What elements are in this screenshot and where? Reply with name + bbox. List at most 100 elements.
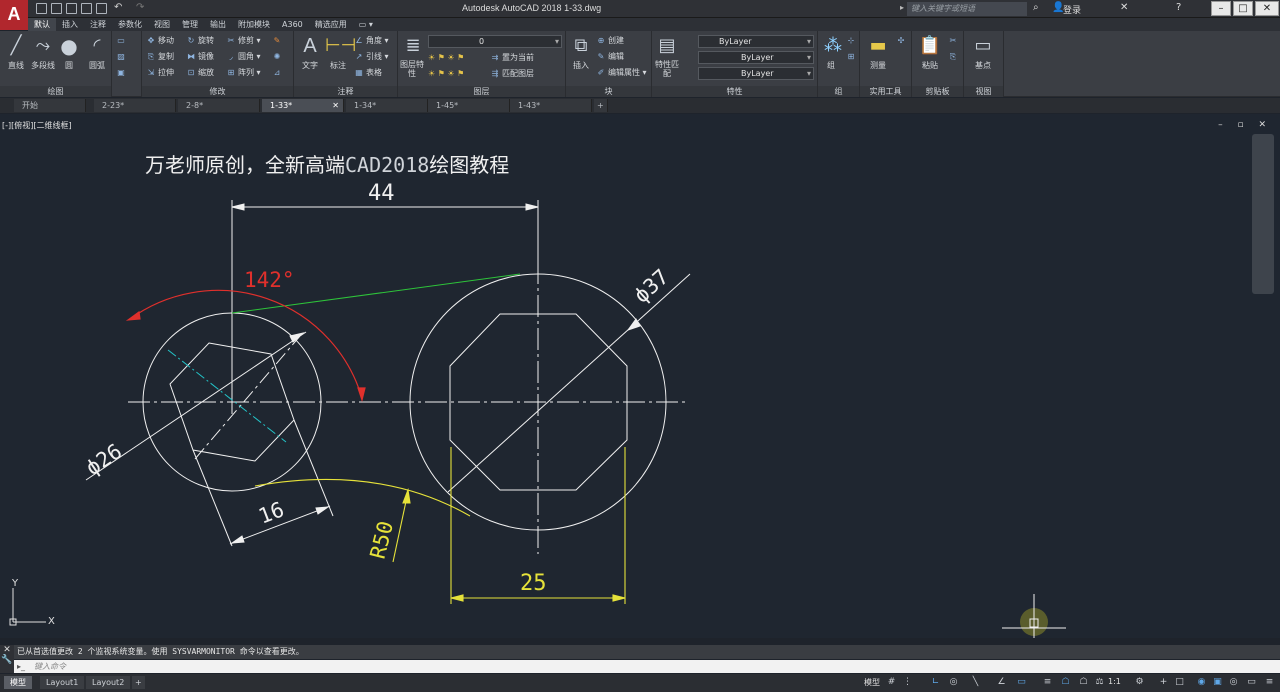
text-tool[interactable]: A 文字 xyxy=(296,34,324,71)
edit-attributes-tool[interactable]: ✐ 编辑属性 ▾ xyxy=(596,66,647,80)
search-input[interactable]: 键入关键字或短语 xyxy=(907,2,1027,16)
panel-groups-title[interactable]: 组 xyxy=(818,86,859,97)
insert-tool[interactable]: ⧉ 插入 xyxy=(568,34,594,71)
isodraft-icon[interactable]: ╲ xyxy=(970,677,981,688)
transparency-icon[interactable]: ≡ xyxy=(1042,677,1053,688)
workspace-gear-icon[interactable]: ⚙ xyxy=(1134,677,1145,688)
set-current-tool[interactable]: ⇉ 置为当前 xyxy=(490,51,534,65)
tab-annotate[interactable]: 注释 xyxy=(84,18,112,31)
panel-utilities-title[interactable]: 实用工具 xyxy=(860,86,911,97)
paste-tool[interactable]: 📋 粘贴 xyxy=(916,34,944,71)
linetype-dropdown[interactable]: ByLayer ▾ xyxy=(698,51,814,64)
angular-tool[interactable]: ∠ 角度 ▾ xyxy=(354,34,388,48)
command-line-handle[interactable]: ✕ 🔧 xyxy=(0,645,14,673)
close-button[interactable]: ✕ xyxy=(1255,1,1279,16)
wrench-icon[interactable]: 🔧 xyxy=(0,655,14,665)
clean-screen-icon[interactable]: ▭ xyxy=(1246,677,1257,688)
gradient-tool[interactable]: ▣ xyxy=(116,66,128,80)
panel-clipboard-title[interactable]: 剪贴板 xyxy=(912,86,963,97)
create-block-tool[interactable]: ⊕ 创建 xyxy=(596,34,624,48)
tab-manage[interactable]: 管理 xyxy=(176,18,204,31)
binoculars-icon[interactable]: ⌕ xyxy=(1033,2,1039,13)
table-tool[interactable]: ▦ 表格 xyxy=(354,66,382,80)
trim-tool[interactable]: ✂ 修剪 ▾ xyxy=(226,34,261,48)
layer-tools-row-2[interactable]: ☀ ⚑ ☀ ⚑ xyxy=(428,67,464,81)
help-icon[interactable]: ? xyxy=(1176,2,1181,13)
panel-draw-title[interactable]: 绘图 xyxy=(0,86,111,97)
arc-tool[interactable]: ◜ 圆弧 xyxy=(84,34,110,71)
lock-ui-icon[interactable]: ▣ xyxy=(1212,677,1223,688)
object-snap-icon[interactable]: ∠ xyxy=(996,677,1007,688)
quick-select-tool[interactable]: ✣ xyxy=(896,34,908,48)
new-tab-button[interactable]: + xyxy=(594,99,608,112)
tab-model[interactable]: 模型 xyxy=(4,676,32,689)
doc-tab-1-33[interactable]: 1-33* ✕ xyxy=(262,99,344,112)
panel-modify-title[interactable]: 修改 xyxy=(142,86,293,97)
move-tool[interactable]: ✥ 移动 xyxy=(146,34,174,48)
print-icon[interactable] xyxy=(96,3,107,14)
fillet-tool[interactable]: ◞ 圆角 ▾ xyxy=(226,50,260,64)
stretch-tool[interactable]: ⇲ 拉伸 xyxy=(146,66,174,80)
annotation-scale-value[interactable]: 1:1 xyxy=(1108,677,1121,686)
tab-output[interactable]: 输出 xyxy=(204,18,232,31)
panel-view-title[interactable]: 视图 xyxy=(964,86,1003,97)
isolate-objects-icon[interactable]: ◎ xyxy=(1228,677,1239,688)
leader-tool[interactable]: ↗ 引线 ▾ xyxy=(354,50,389,64)
annotation-scale-icon[interactable]: ⚖ xyxy=(1094,677,1105,688)
tab-view[interactable]: 视图 xyxy=(148,18,176,31)
cut-tool[interactable]: ✂ xyxy=(948,34,960,48)
offset-tool[interactable]: ⊿ xyxy=(272,66,284,80)
explode-tool[interactable]: ✺ xyxy=(272,50,284,64)
doc-tab-2-8[interactable]: 2-8* xyxy=(178,99,260,112)
save-icon[interactable] xyxy=(66,3,77,14)
doc-tab-1-45[interactable]: 1-45* xyxy=(428,99,510,112)
polar-icon[interactable]: ◎ xyxy=(948,677,959,688)
doc-tab-2-23[interactable]: 2-23* xyxy=(94,99,176,112)
search-arrow-icon[interactable]: ▸ xyxy=(900,3,904,12)
hatch-tool[interactable]: ▨ xyxy=(116,50,128,64)
new-file-icon[interactable] xyxy=(36,3,47,14)
tab-insert[interactable]: 插入 xyxy=(56,18,84,31)
annotation-visibility-icon[interactable]: ☖ xyxy=(1060,677,1071,688)
save-as-icon[interactable] xyxy=(81,3,92,14)
tab-layout2[interactable]: Layout2 xyxy=(86,676,131,689)
doc-tab-1-34[interactable]: 1-34* xyxy=(346,99,428,112)
tab-layout1[interactable]: Layout1 xyxy=(40,676,85,689)
undo-icon[interactable]: ↶ xyxy=(114,3,125,14)
units-icon[interactable]: □ xyxy=(1174,677,1185,688)
quick-properties-icon[interactable]: ◉ xyxy=(1196,677,1207,688)
doc-tab-start[interactable]: 开始 xyxy=(14,99,86,112)
tab-addins[interactable]: 附加模块 xyxy=(232,18,276,31)
redo-icon[interactable]: ↷ xyxy=(136,3,147,14)
panel-properties-title[interactable]: 特性 xyxy=(652,86,817,97)
ungroup-tool[interactable]: ⊹ xyxy=(846,34,858,48)
close-icon[interactable]: ✕ xyxy=(0,645,14,655)
add-layout-button[interactable]: + xyxy=(132,676,145,689)
open-file-icon[interactable] xyxy=(51,3,62,14)
panel-annotation-title[interactable]: 注释 xyxy=(294,86,397,97)
tab-home[interactable]: 默认 xyxy=(28,18,56,31)
group-edit-tool[interactable]: ⊞ xyxy=(846,50,858,64)
exchange-icon[interactable]: ✕ xyxy=(1120,2,1128,13)
erase-tool[interactable]: ✎ xyxy=(272,34,284,48)
copy-tool[interactable]: ⎘ 复制 xyxy=(146,50,174,64)
layer-properties-tool[interactable]: ≣ 图层特性 xyxy=(400,34,424,78)
tab-a360[interactable]: A360 xyxy=(276,18,309,31)
mirror-tool[interactable]: ⧓ 镜像 xyxy=(186,50,214,64)
ribbon-minimize-toggle[interactable]: ▭ ▾ xyxy=(353,18,379,31)
drawing-canvas[interactable]: [-][俯视][二维线框] – ▫ ✕ 万老师原创，全新高端CAD2018绘图教… xyxy=(0,114,1280,638)
autoscale-icon[interactable]: ☖ xyxy=(1078,677,1089,688)
array-tool[interactable]: ⊞ 阵列 ▾ xyxy=(226,66,261,80)
close-icon[interactable]: ✕ xyxy=(332,99,339,112)
base-view-tool[interactable]: ▭ 基点 xyxy=(968,34,998,71)
doc-tab-1-43[interactable]: 1-43* xyxy=(510,99,592,112)
dimension-tool[interactable]: ⊢⊣ 标注 xyxy=(324,34,356,71)
panel-block-title[interactable]: 块 xyxy=(566,86,651,97)
ortho-icon[interactable]: ∟ xyxy=(930,677,941,688)
group-tool[interactable]: ⁂ 组 xyxy=(820,34,842,71)
scale-tool[interactable]: ⊡ 缩放 xyxy=(186,66,214,80)
layer-tools-row[interactable]: ☀ ⚑ ☀ ⚑ xyxy=(428,51,464,65)
tab-featured-apps[interactable]: 精选应用 xyxy=(309,18,353,31)
add-icon[interactable]: + xyxy=(1158,677,1169,688)
measure-tool[interactable]: ▬ 测量 xyxy=(864,34,892,71)
